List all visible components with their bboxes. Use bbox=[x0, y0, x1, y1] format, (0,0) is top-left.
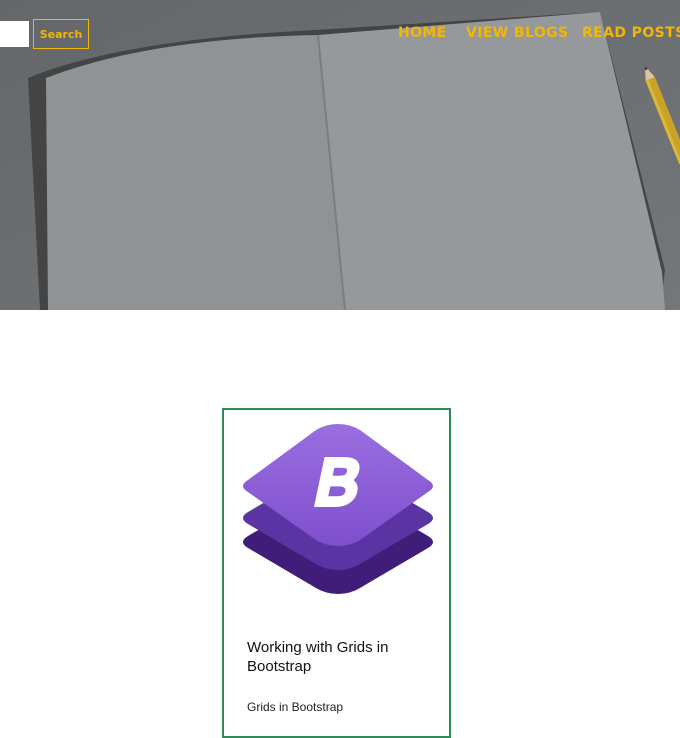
bootstrap-logo-icon: B bbox=[243, 424, 433, 594]
blog-post-card[interactable]: B Working with Grids in Bootstrap Grids … bbox=[222, 408, 451, 738]
nav-home-link[interactable]: HOME bbox=[398, 25, 447, 41]
card-subtitle: Grids in Bootstrap bbox=[247, 700, 344, 714]
hero-banner: Search HOME VIEW BLOGS READ POSTS bbox=[0, 0, 680, 310]
search-input[interactable] bbox=[0, 21, 29, 47]
nav-read-posts-link[interactable]: READ POSTS bbox=[582, 25, 680, 41]
card-title[interactable]: Working with Grids in Bootstrap bbox=[247, 638, 437, 676]
notebook-background-image bbox=[0, 0, 680, 310]
nav-view-blogs-link[interactable]: VIEW BLOGS bbox=[466, 25, 569, 41]
search-button[interactable]: Search bbox=[33, 19, 89, 49]
